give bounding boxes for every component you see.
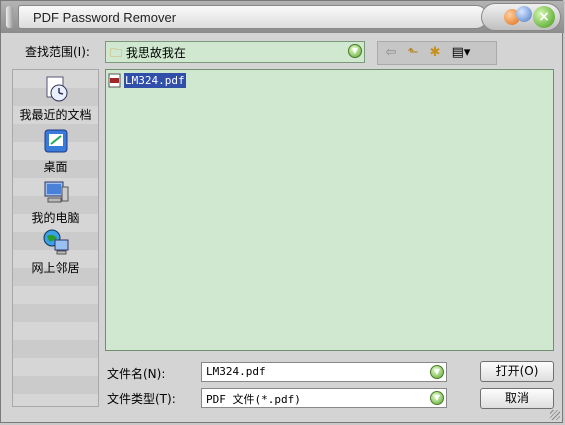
file-type-combo[interactable]: PDF 文件(*.pdf) ▼ <box>201 388 447 408</box>
file-name-input[interactable]: LM324.pdf <box>206 365 266 378</box>
title-bar[interactable]: PDF Password Remover × <box>1 1 564 33</box>
chevron-down-icon[interactable]: ▼ <box>348 44 362 58</box>
maximize-button[interactable] <box>516 6 532 22</box>
place-label: 网上邻居 <box>31 261 80 275</box>
place-recent-documents[interactable]: 我最近的文档 <box>13 74 98 123</box>
my-computer-icon <box>44 181 68 203</box>
look-in-label: 查找范围(I): <box>25 45 90 59</box>
place-label: 我最近的文档 <box>19 108 92 122</box>
up-folder-icon[interactable]: ⬑ <box>404 45 422 61</box>
file-list[interactable]: LM324.pdf <box>105 69 554 351</box>
network-places-icon <box>43 229 68 255</box>
back-arrow-icon[interactable]: ⇦ <box>382 45 400 61</box>
window-title: PDF Password Remover <box>33 10 177 25</box>
place-label: 桌面 <box>43 160 68 174</box>
new-folder-icon[interactable]: ✱ <box>426 45 444 61</box>
close-button[interactable]: × <box>533 6 555 28</box>
chevron-down-icon[interactable]: ▼ <box>430 365 444 379</box>
recent-documents-icon <box>46 76 67 102</box>
look-in-value: 🗀 我思故我在 <box>110 46 186 60</box>
file-open-dialog: PDF Password Remover × 查找范围(I): 🗀 我思故我在 … <box>0 0 564 423</box>
open-button[interactable]: 打开(O) <box>480 361 554 382</box>
file-type-label: 文件类型(T): <box>107 392 176 406</box>
file-type-value: PDF 文件(*.pdf) <box>206 393 301 406</box>
pdf-file-icon <box>108 73 121 88</box>
cancel-button[interactable]: 取消 <box>480 388 554 409</box>
file-name-label: 文件名(N): <box>107 367 166 381</box>
place-network[interactable]: 网上邻居 <box>13 227 98 276</box>
look-in-combo[interactable]: 🗀 我思故我在 ▼ <box>105 41 365 63</box>
title-pill: PDF Password Remover <box>18 5 488 29</box>
places-bar: 我最近的文档 桌面 我的电脑 网上邻居 <box>12 69 99 407</box>
title-grip-icon <box>6 6 13 28</box>
folder-icon: 🗀 <box>110 46 123 60</box>
toolbar: ⇦ ⬑ ✱ ▤▾ <box>377 41 497 65</box>
view-menu-icon[interactable]: ▤▾ <box>450 45 472 61</box>
place-my-computer[interactable]: 我的电脑 <box>13 177 98 226</box>
desktop-icon <box>44 129 67 153</box>
chevron-down-icon[interactable]: ▼ <box>430 391 444 405</box>
close-icon: × <box>538 9 550 25</box>
place-label: 我的电脑 <box>31 211 80 225</box>
resize-grip-icon[interactable] <box>550 410 560 420</box>
place-desktop[interactable]: 桌面 <box>13 126 98 175</box>
file-name-text: LM324.pdf <box>124 73 186 88</box>
file-name-combo[interactable]: LM324.pdf ▼ <box>201 362 447 382</box>
